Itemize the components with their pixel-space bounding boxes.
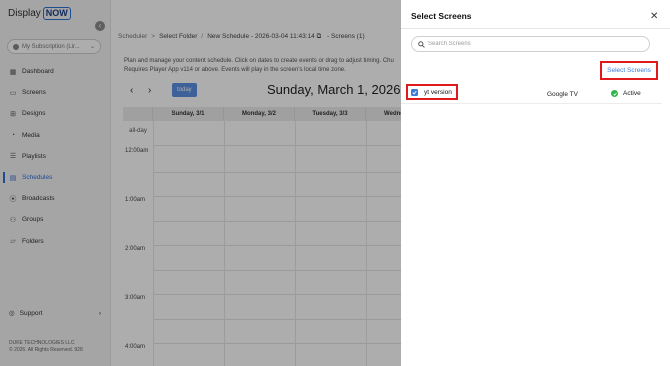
screen-platform: Google TV (547, 91, 578, 98)
divider (401, 28, 670, 29)
search-input[interactable] (428, 41, 628, 47)
status-active-icon (611, 90, 618, 97)
select-screens-drawer: Select Screens ✕ Select Screens yt versi… (401, 0, 670, 366)
close-icon[interactable]: ✕ (650, 12, 658, 22)
screen-name: yt version (424, 88, 452, 96)
checkmark-icon (412, 90, 417, 95)
screen-row[interactable]: yt version Google TV Active (401, 84, 662, 104)
search-field[interactable] (411, 36, 650, 52)
select-screens-button[interactable]: Select Screens (600, 61, 658, 80)
screen-row-highlight: yt version (406, 84, 458, 100)
search-icon (418, 40, 425, 48)
drawer-title: Select Screens (411, 11, 472, 21)
screen-checkbox[interactable] (411, 88, 418, 96)
status-label: Active (623, 90, 641, 97)
status-badge: Active (611, 90, 641, 97)
